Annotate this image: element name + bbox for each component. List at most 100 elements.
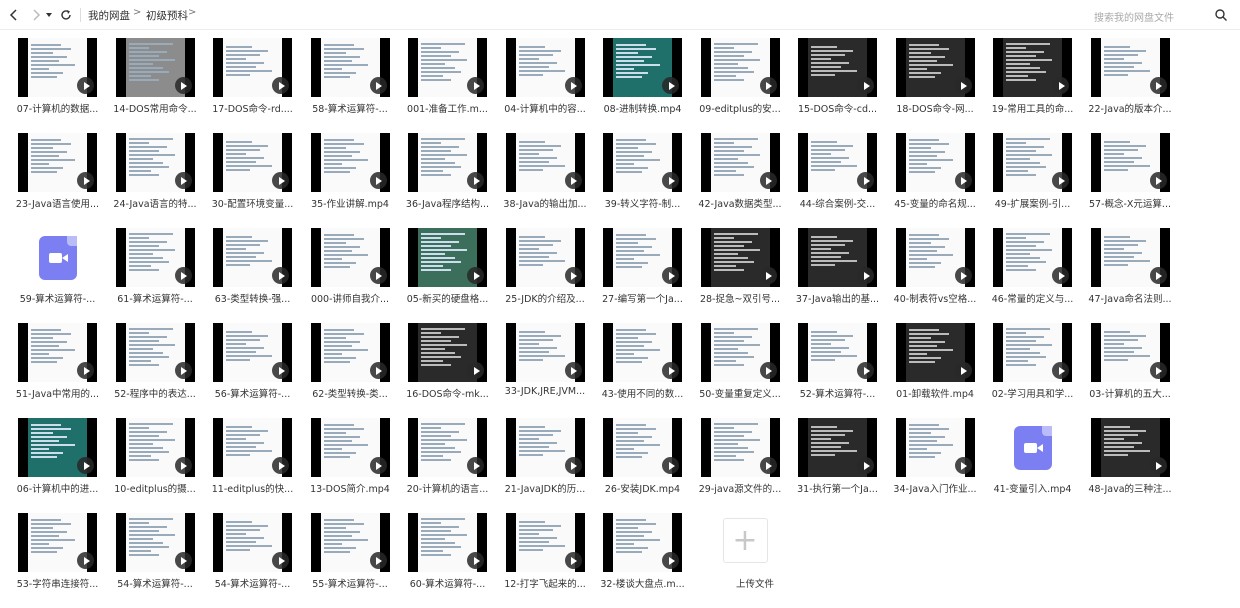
- file-tile[interactable]: 31-执行第一个Ja...: [797, 418, 878, 513]
- file-tile[interactable]: 57-概念-X元运算...: [1089, 133, 1171, 228]
- file-tile[interactable]: 34-Java入门作业...: [893, 418, 977, 513]
- history-dropdown-button[interactable]: [44, 6, 54, 24]
- file-tile[interactable]: 47-Java命名法则...: [1088, 228, 1172, 323]
- file-tile[interactable]: 04-计算机中的容...: [504, 38, 586, 133]
- file-tile[interactable]: 38-Java的输出加...: [503, 133, 587, 228]
- file-tile[interactable]: 33-JDK,JRE,JVM...: [505, 323, 585, 418]
- video-thumbnail: [798, 323, 877, 382]
- file-tile[interactable]: 21-JavaJDK的历...: [505, 418, 585, 513]
- file-tile[interactable]: 63-类型转换-强...: [213, 228, 292, 323]
- file-tile[interactable]: 27-编写第一个Ja...: [602, 228, 683, 323]
- file-tile[interactable]: 07-计算机的数据...: [17, 38, 98, 133]
- file-tile[interactable]: 03-计算机的五大...: [1089, 323, 1171, 418]
- video-thumbnail: [505, 418, 585, 477]
- video-thumbnail: [213, 38, 292, 97]
- chevron-left-icon: [9, 9, 17, 21]
- forward-button[interactable]: [28, 6, 44, 24]
- file-tile[interactable]: 12-打字飞起来的...: [504, 513, 586, 608]
- file-tile[interactable]: 54-算术运算符-...: [115, 513, 195, 608]
- file-tile[interactable]: 49-扩展案例-引...: [993, 133, 1072, 228]
- file-tile[interactable]: 59-算术运算符-...: [18, 228, 97, 323]
- file-tile[interactable]: 05-新买的硬盘格...: [407, 228, 488, 323]
- file-tile[interactable]: 000-讲师自我介...: [310, 228, 390, 323]
- file-tile[interactable]: 30-配置环境变量...: [212, 133, 293, 228]
- file-tile[interactable]: 13-DOS简介.mp4: [310, 418, 390, 513]
- breadcrumb-current[interactable]: 初级预科: [146, 8, 188, 23]
- file-tile[interactable]: 42-Java数据类型...: [698, 133, 782, 228]
- refresh-button[interactable]: [58, 6, 74, 24]
- play-icon: [1052, 267, 1069, 284]
- file-name: 15-DOS命令-cd...: [797, 104, 878, 115]
- play-icon: [77, 362, 94, 379]
- file-tile[interactable]: 29-java源文件的...: [699, 418, 781, 513]
- plus-icon: +: [732, 522, 758, 558]
- file-tile[interactable]: 50-变量重复定义...: [699, 323, 781, 418]
- file-tile[interactable]: 43-使用不同的数...: [602, 323, 683, 418]
- play-icon: [662, 267, 679, 284]
- file-tile[interactable]: 56-算术运算符-...: [213, 323, 292, 418]
- file-tile[interactable]: 53-字符串连接符...: [17, 513, 98, 608]
- file-tile[interactable]: 02-学习用具和学...: [992, 323, 1073, 418]
- play-icon: [1052, 172, 1069, 189]
- file-tile[interactable]: 46-常量的定义与...: [992, 228, 1073, 323]
- search-input[interactable]: 搜索我的网盘文件: [1086, 4, 1234, 26]
- breadcrumb-root[interactable]: 我的网盘: [88, 8, 130, 23]
- file-tile[interactable]: 36-Java程序结构...: [406, 133, 489, 228]
- file-tile[interactable]: 18-DOS命令-网...: [895, 38, 975, 133]
- file-tile[interactable]: 26-安装JDK.mp4: [603, 418, 682, 513]
- file-tile[interactable]: 51-Java中常用的...: [16, 323, 99, 418]
- video-thumbnail: [993, 133, 1072, 192]
- video-thumbnail: [115, 133, 195, 192]
- upload-file-button[interactable]: + 上传文件: [701, 513, 780, 608]
- file-tile[interactable]: 35-作业讲解.mp4: [310, 133, 390, 228]
- file-tile[interactable]: 19-常用工具的命...: [992, 38, 1073, 133]
- file-tile[interactable]: 62-类型转换-类...: [310, 323, 390, 418]
- file-tile[interactable]: 001-准备工作.m...: [407, 38, 488, 133]
- file-tile[interactable]: 52-算术运算符-...: [798, 323, 877, 418]
- file-tile[interactable]: 48-Java的三种注...: [1088, 418, 1172, 513]
- file-tile[interactable]: 16-DOS命令-mk...: [406, 323, 489, 418]
- file-name: 11-editplus的快...: [211, 484, 294, 495]
- video-thumbnail: [1090, 133, 1170, 192]
- file-tile[interactable]: 09-editplus的安...: [699, 38, 781, 133]
- back-button[interactable]: [6, 6, 22, 24]
- file-tile[interactable]: 60-算术运算符-...: [408, 513, 487, 608]
- file-tile[interactable]: 37-Java输出的基...: [796, 228, 879, 323]
- file-name: 28-捉急~双引号...: [699, 294, 781, 305]
- file-tile[interactable]: 06-计算机中的进...: [17, 418, 98, 513]
- file-tile[interactable]: 41-变量引入.mp4: [993, 418, 1072, 513]
- video-thumbnail: [603, 418, 682, 477]
- file-tile[interactable]: 45-变量的命名规...: [894, 133, 976, 228]
- play-icon: [954, 267, 972, 284]
- file-tile[interactable]: 39-转义字符-制...: [603, 133, 682, 228]
- file-tile[interactable]: 20-计算机的语言...: [407, 418, 488, 513]
- file-tile[interactable]: 55-算术运算符-...: [310, 513, 390, 608]
- file-tile[interactable]: 11-editplus的快...: [212, 418, 293, 513]
- file-name: 55-算术运算符-...: [312, 579, 388, 590]
- file-tile[interactable]: 52-程序中的表达...: [114, 323, 196, 418]
- file-tile[interactable]: 08-进制转换.mp4: [603, 38, 682, 133]
- file-tile[interactable]: 28-捉急~双引号...: [700, 228, 780, 323]
- file-tile[interactable]: 15-DOS命令-cd...: [798, 38, 877, 133]
- search-icon[interactable]: [1214, 8, 1228, 22]
- file-tile[interactable]: 32-楼谈大盘点.m...: [600, 513, 685, 608]
- file-tile[interactable]: 44-综合案例-交...: [798, 133, 877, 228]
- file-tile[interactable]: 61-算术运算符-...: [115, 228, 195, 323]
- file-tile[interactable]: 14-DOS常用命令...: [113, 38, 197, 133]
- play-icon: [369, 77, 387, 94]
- file-name: 62-类型转换-类...: [312, 389, 388, 400]
- file-tile[interactable]: 24-Java语言的特...: [113, 133, 197, 228]
- file-name: 38-Java的输出加...: [503, 199, 587, 210]
- file-tile[interactable]: 10-editplus的摄...: [114, 418, 196, 513]
- file-tile[interactable]: 17-DOS命令-rd....: [212, 38, 293, 133]
- file-tile[interactable]: 01-卸载软件.mp4: [895, 323, 975, 418]
- file-tile[interactable]: 23-Java语言使用...: [16, 133, 99, 228]
- file-tile[interactable]: 54-算术运算符-...: [213, 513, 292, 608]
- video-thumbnail: [700, 418, 780, 477]
- play-icon: [77, 457, 94, 474]
- file-tile[interactable]: 25-JDK的介绍及...: [505, 228, 585, 323]
- file-name: 03-计算机的五大...: [1089, 389, 1171, 400]
- file-tile[interactable]: 40-制表符vs空格...: [894, 228, 976, 323]
- file-tile[interactable]: 58-算术运算符-...: [310, 38, 390, 133]
- file-tile[interactable]: 22-Java的版本介...: [1088, 38, 1172, 133]
